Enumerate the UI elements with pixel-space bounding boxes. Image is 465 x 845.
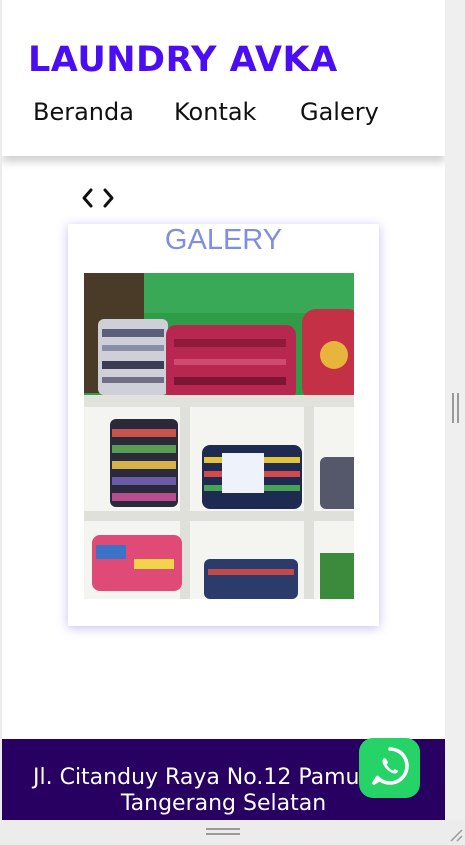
nav-link-beranda[interactable]: Beranda <box>33 98 134 126</box>
whatsapp-button[interactable] <box>359 738 420 798</box>
vertical-resize-grip[interactable] <box>452 393 460 423</box>
site-header: LAUNDRY AVKA Beranda Kontak Galery <box>2 0 445 156</box>
laundry-shelf-photo <box>84 273 354 599</box>
whatsapp-icon <box>368 744 412 792</box>
nav-link-galery[interactable]: Galery <box>300 98 379 126</box>
page-viewport: LAUNDRY AVKA Beranda Kontak Galery GALER… <box>2 0 445 820</box>
gallery-title: GALERY <box>164 224 283 256</box>
chevron-left-icon[interactable] <box>80 183 96 213</box>
horizontal-resize-grip[interactable] <box>206 828 240 836</box>
footer-address-line1: Jl. Citanduy Raya No.12 Pamulang <box>33 765 407 790</box>
resize-corner-icon[interactable] <box>447 826 463 842</box>
nav-link-kontak[interactable]: Kontak <box>174 98 256 126</box>
brand-title[interactable]: LAUNDRY AVKA <box>28 40 338 80</box>
chevron-right-icon[interactable] <box>100 183 116 213</box>
gallery-card: GALERY <box>68 224 379 626</box>
main-nav: Beranda Kontak Galery <box>2 98 445 134</box>
